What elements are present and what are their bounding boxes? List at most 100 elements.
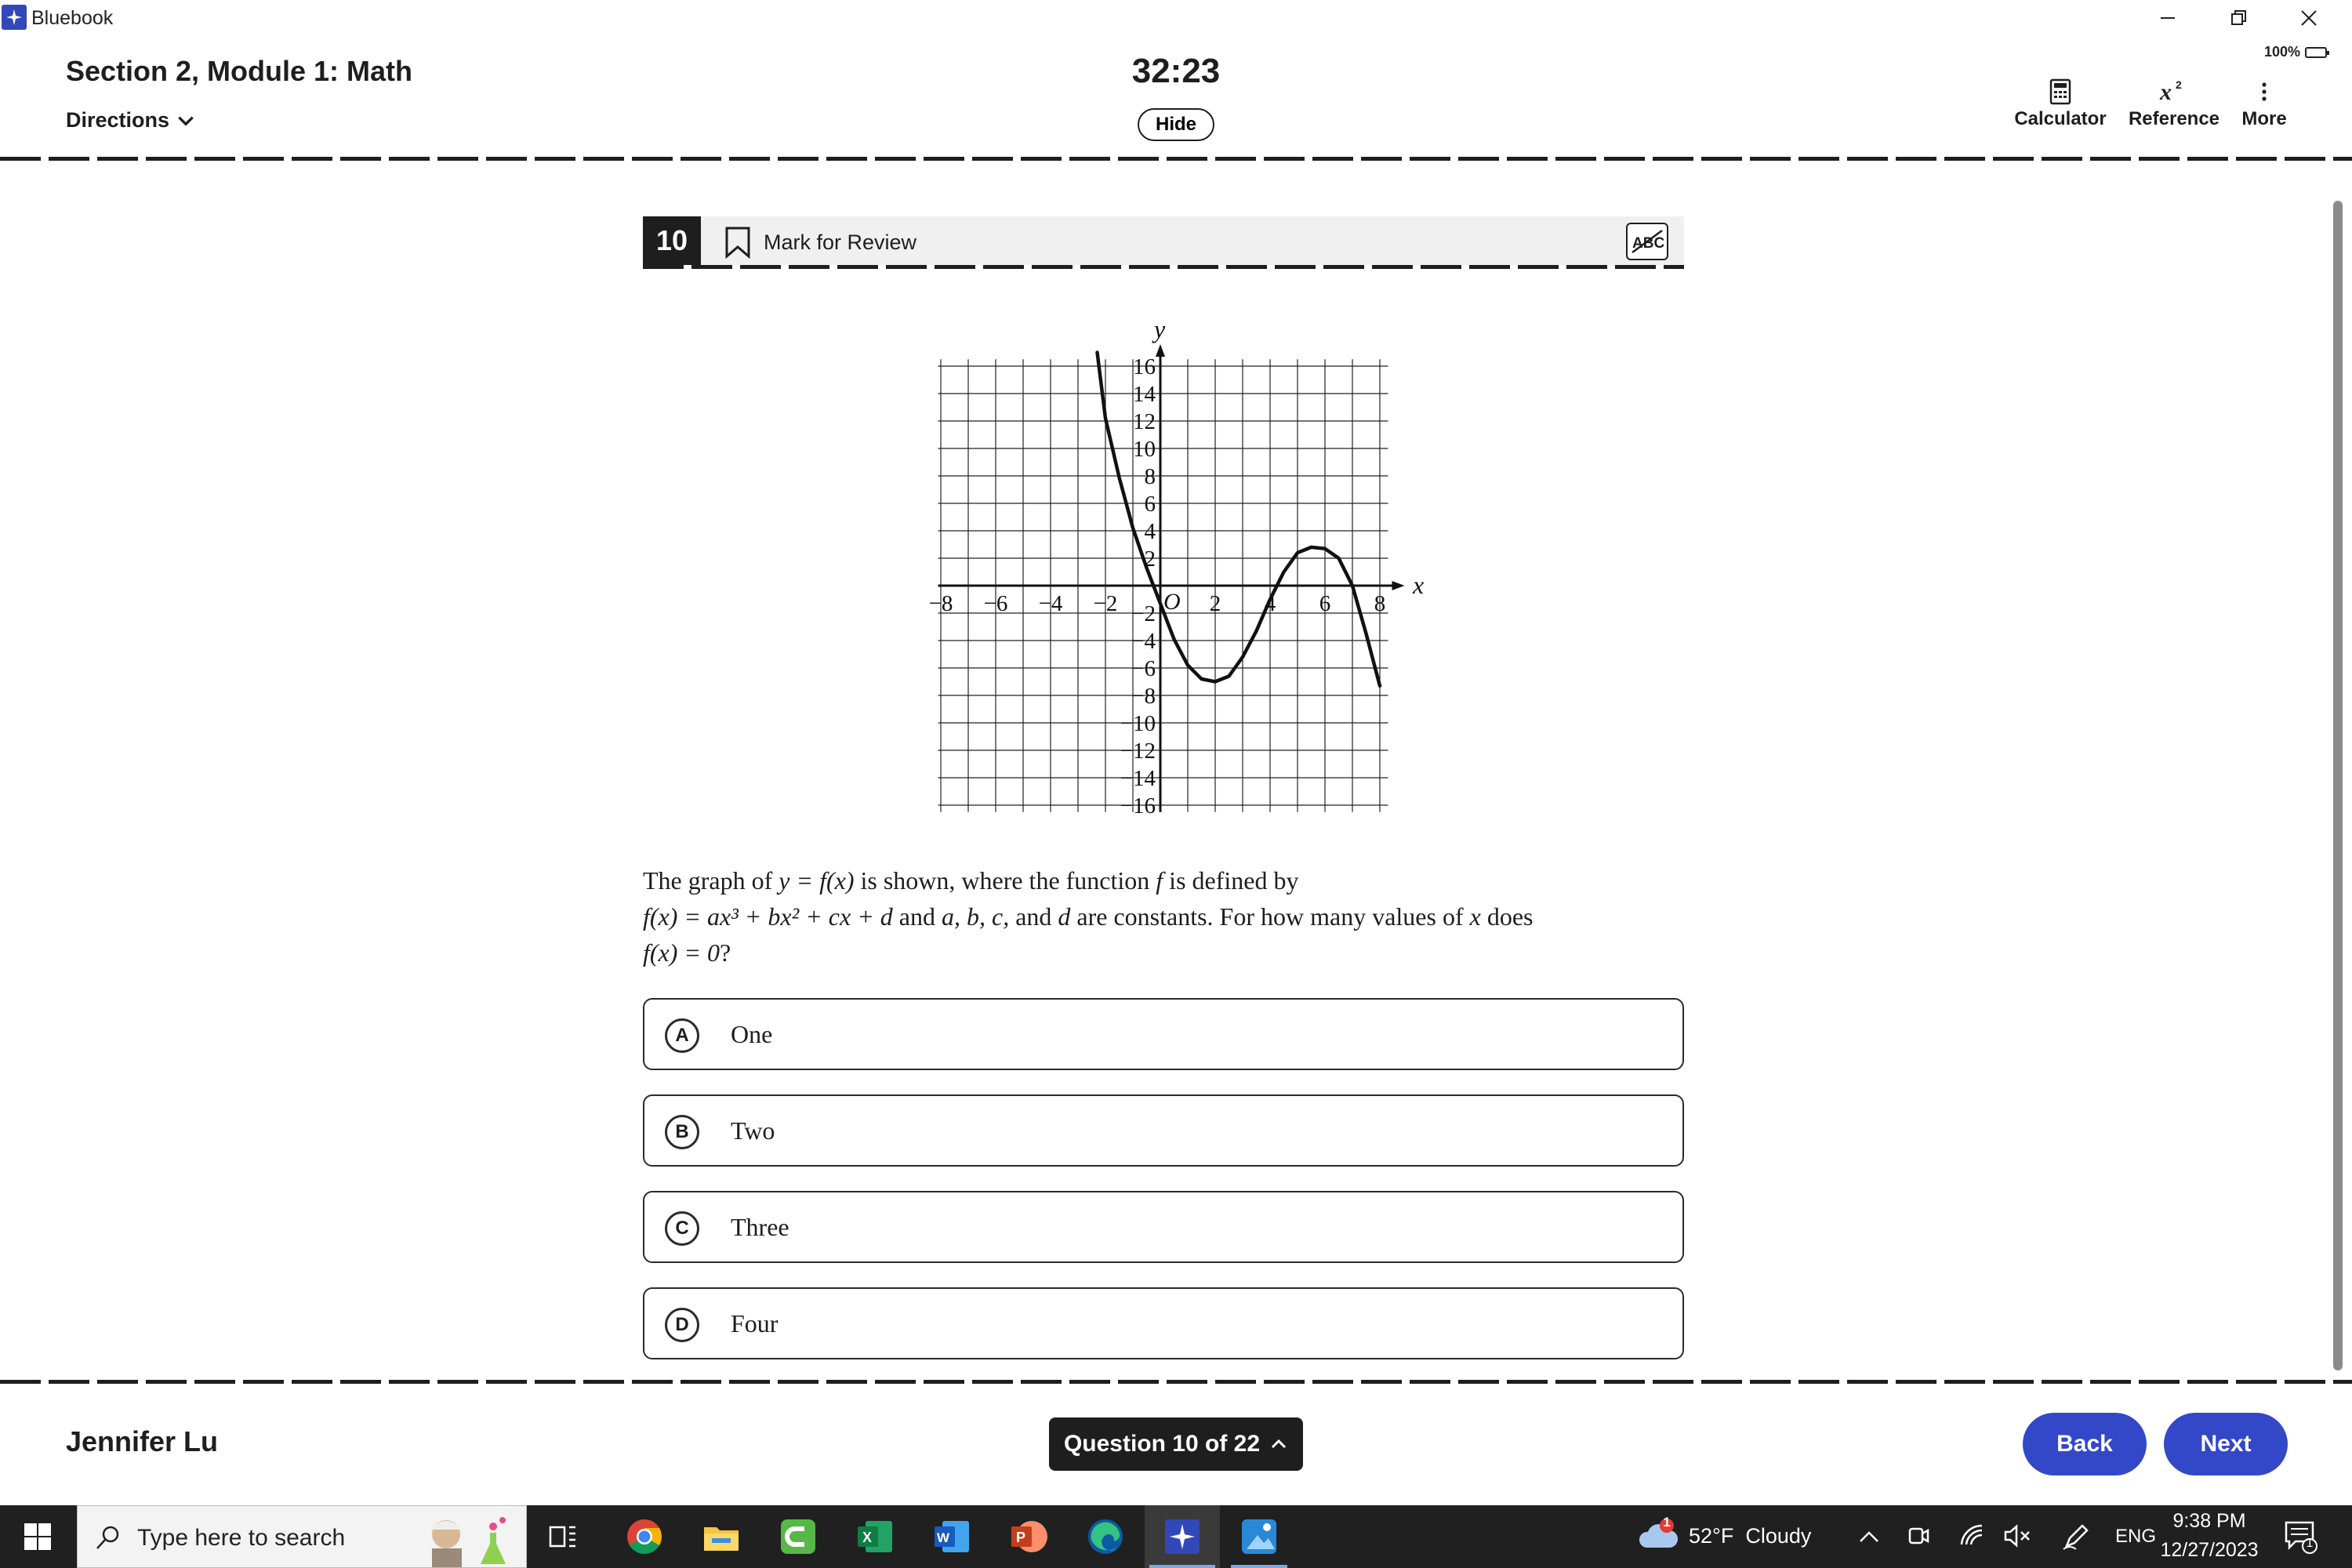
y-tick-label: −6 — [1131, 656, 1156, 681]
clock[interactable]: 9:38 PM 12/27/2023 — [2154, 1510, 2264, 1562]
clock-date: 12/27/2023 — [2160, 1539, 2259, 1561]
svg-text:2: 2 — [2176, 78, 2182, 91]
vertical-scrollbar[interactable] — [2333, 201, 2343, 1370]
file-explorer-icon[interactable] — [701, 1516, 742, 1557]
more-vertical-icon — [2262, 82, 2267, 101]
close-icon — [2301, 10, 2317, 26]
question-header-divider — [643, 265, 1684, 269]
hide-timer-button[interactable]: Hide — [1138, 108, 1214, 141]
bluebook-taskbar-icon[interactable] — [1162, 1516, 1203, 1557]
more-button[interactable]: More — [2236, 75, 2292, 130]
weather-badge: 1 — [1663, 1515, 1671, 1530]
reference-button[interactable]: x 2 Reference — [2123, 75, 2225, 130]
more-label: More — [2241, 108, 2287, 129]
y-tick-label: 12 — [1133, 409, 1156, 434]
x-axis-label: x — [1412, 571, 1424, 599]
y-tick-label: −4 — [1131, 629, 1156, 654]
question-number: 10 — [643, 216, 701, 265]
back-button[interactable]: Back — [2023, 1413, 2147, 1475]
search-placeholder: Type here to search — [137, 1525, 346, 1551]
battery-text: 100% — [2263, 44, 2300, 60]
answer-choice-b[interactable]: B Two — [643, 1094, 1684, 1167]
input-language[interactable]: ENG — [2115, 1526, 2156, 1548]
answer-eliminator-button[interactable]: ABC — [1626, 223, 1668, 260]
chevron-up-icon — [1271, 1439, 1287, 1449]
volume-muted-icon[interactable] — [2004, 1524, 2031, 1548]
choice-text: Three — [731, 1213, 789, 1241]
y-tick-label: 16 — [1133, 354, 1156, 379]
app-name: Bluebook — [31, 7, 114, 29]
svg-text:W: W — [937, 1530, 950, 1545]
chrome-icon[interactable] — [624, 1516, 665, 1557]
x-tick-label: 8 — [1374, 591, 1386, 616]
svg-text:P: P — [1016, 1530, 1025, 1545]
answer-choice-c[interactable]: C Three — [643, 1191, 1684, 1263]
minimize-button[interactable] — [2132, 0, 2203, 36]
task-view-button[interactable] — [549, 1523, 577, 1555]
y-tick-label: −2 — [1131, 601, 1156, 626]
x-axis-arrow — [1392, 581, 1405, 590]
search-highlight-scientist-icon — [430, 1517, 506, 1567]
search-icon — [96, 1526, 119, 1549]
choice-text: Two — [731, 1116, 775, 1145]
restore-button[interactable] — [2203, 0, 2274, 36]
windows-taskbar: Type here to search X W P 1 52°F Cloudy … — [0, 1505, 2352, 1568]
question-navigator-label: Question 10 of 22 — [1063, 1431, 1261, 1457]
x-tick-label: −8 — [929, 591, 953, 616]
student-name: Jennifer Lu — [66, 1425, 219, 1457]
notification-center-button[interactable]: 1 — [2285, 1521, 2319, 1558]
y-tick-label: −16 — [1120, 793, 1156, 818]
close-button[interactable] — [2274, 0, 2344, 36]
camtasia-icon[interactable] — [778, 1516, 818, 1557]
window-title-bar: Bluebook — [0, 0, 2352, 36]
y-tick-label: −8 — [1131, 684, 1156, 709]
chevron-down-icon — [178, 116, 194, 126]
next-button[interactable]: Next — [2164, 1413, 2288, 1475]
windows-logo-icon — [24, 1523, 51, 1550]
pen-ink-icon[interactable] — [2062, 1523, 2090, 1551]
weather-text: 52°F Cloudy — [1689, 1524, 1812, 1548]
wifi-icon[interactable] — [1960, 1524, 1985, 1548]
calculator-button[interactable]: Calculator — [2007, 75, 2114, 130]
x-tick-label: −6 — [984, 591, 1008, 616]
equation-y-equals-f: y = f(x) — [779, 866, 855, 895]
directions-label: Directions — [66, 108, 170, 132]
choice-letter-badge: D — [665, 1308, 699, 1342]
svg-text:X: X — [862, 1530, 872, 1545]
y-tick-label: 4 — [1145, 519, 1156, 544]
mark-for-review-toggle[interactable]: Mark for Review — [724, 226, 916, 259]
excel-icon[interactable]: X — [855, 1516, 895, 1557]
task-view-icon — [549, 1526, 575, 1548]
taskbar-search-box[interactable]: Type here to search — [77, 1505, 527, 1568]
directions-dropdown[interactable]: Directions — [66, 108, 196, 132]
question-header-bar: 10 Mark for Review ABC — [643, 216, 1684, 265]
question-navigator-button[interactable]: Question 10 of 22 — [1049, 1417, 1303, 1471]
photos-app-icon[interactable] — [1239, 1516, 1279, 1557]
weather-widget[interactable]: 1 — [1639, 1515, 1679, 1556]
countdown-timer: 32:23 — [1131, 52, 1221, 90]
choice-letter-badge: C — [665, 1211, 699, 1246]
choice-letter-badge: A — [665, 1018, 699, 1053]
show-hidden-icons-icon[interactable] — [1858, 1529, 1880, 1544]
calculator-icon — [2049, 78, 2071, 105]
calculator-label: Calculator — [2014, 108, 2107, 129]
start-button[interactable] — [0, 1505, 75, 1568]
choice-text: One — [731, 1020, 773, 1048]
clock-time: 9:38 PM — [2172, 1510, 2246, 1532]
edge-icon[interactable] — [1085, 1516, 1126, 1557]
battery-indicator: 100% — [2263, 44, 2329, 60]
y-tick-label: 6 — [1145, 492, 1156, 517]
equation-cubic: f(x) = ax³ + bx² + cx + d — [643, 902, 893, 931]
function-graph: xyO−8 −6 −4 −2 2 4 6 8161412108642−2−4−6−8−10−1… — [929, 314, 1425, 818]
choice-letter-badge: B — [665, 1115, 699, 1149]
meet-now-icon[interactable] — [1907, 1524, 1930, 1548]
answer-choice-a[interactable]: A One — [643, 998, 1684, 1070]
word-icon[interactable]: W — [931, 1516, 972, 1557]
strikethrough-abc-icon: ABC — [1632, 229, 1664, 254]
answer-choice-d[interactable]: D Four — [643, 1287, 1684, 1359]
choice-text: Four — [731, 1309, 779, 1338]
powerpoint-icon[interactable]: P — [1008, 1516, 1049, 1557]
reference-label: Reference — [2128, 108, 2220, 129]
battery-icon — [2305, 46, 2329, 58]
footer-divider — [0, 1380, 2352, 1384]
